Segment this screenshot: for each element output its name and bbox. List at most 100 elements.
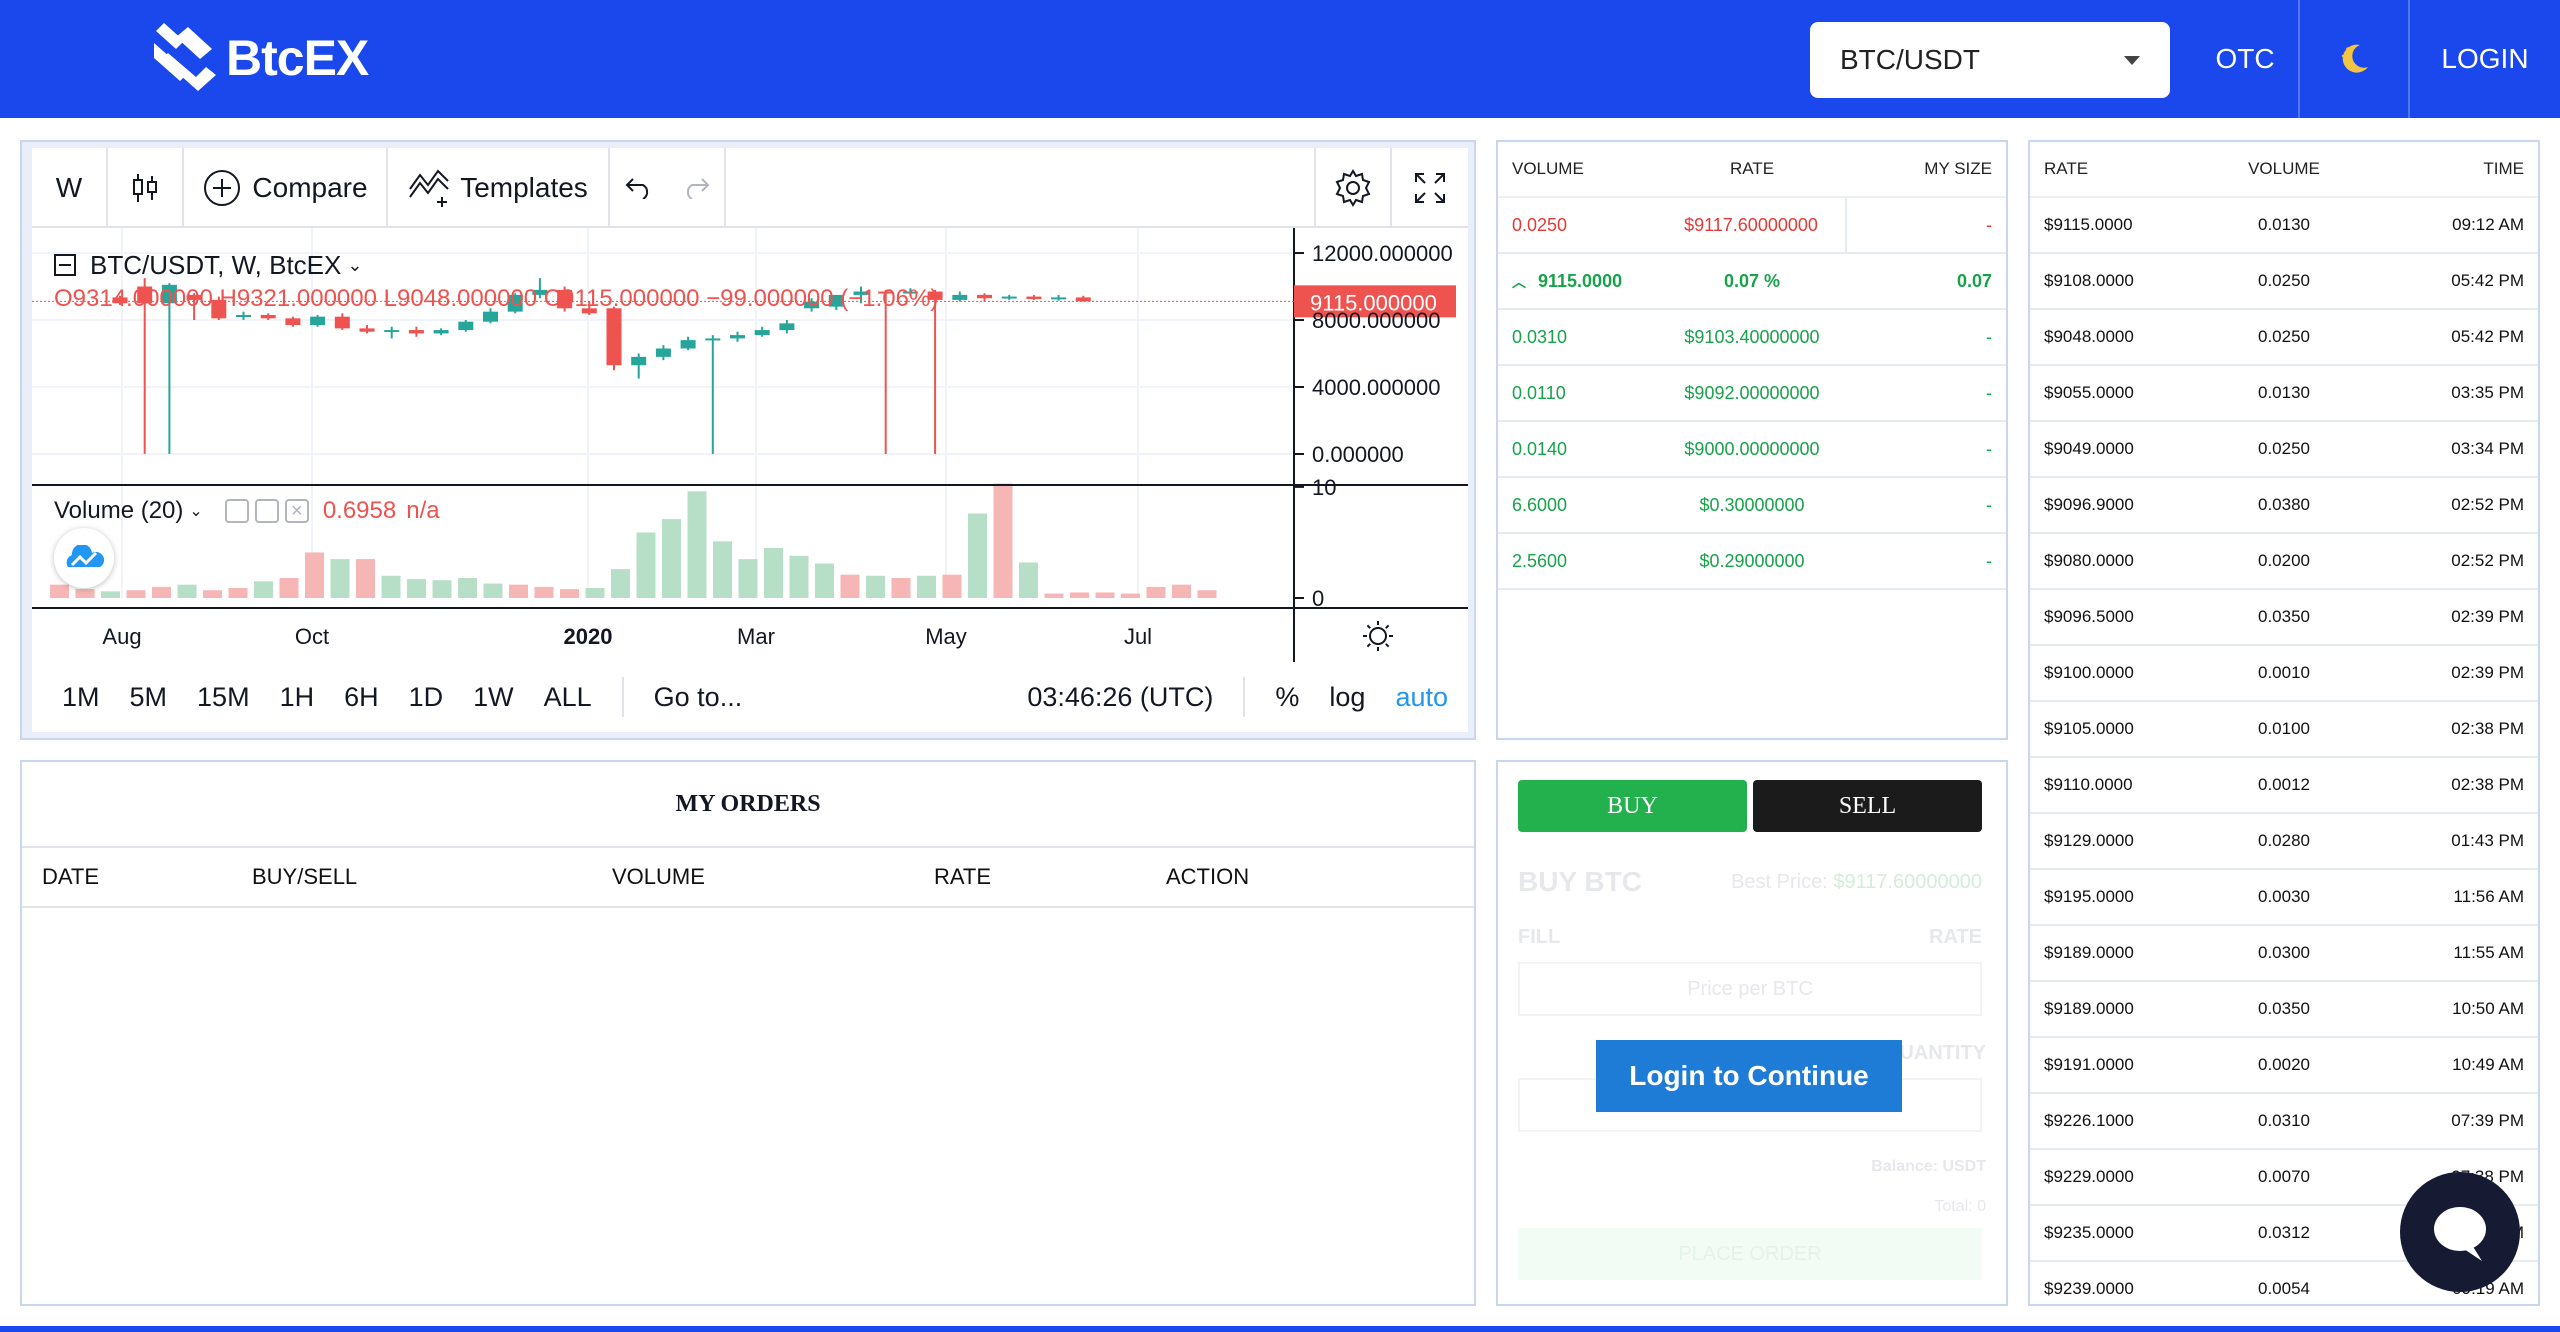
fill-rate-labels: FILL RATE [1518, 926, 1982, 949]
footer-strip [0, 1326, 2560, 1332]
bottom-divider [1243, 677, 1246, 717]
timeframe-1h[interactable]: 1H [280, 682, 315, 713]
volume-bar [534, 586, 554, 598]
trade-volume: 0.0070 [2258, 1167, 2310, 1186]
trade-volume: 0.0250 [2258, 439, 2310, 458]
volume-bar [1197, 590, 1217, 598]
timeframe-1d[interactable]: 1D [409, 682, 444, 713]
orderbook-bid-row[interactable]: 0.0140 $9000.00000000 - [1498, 422, 2006, 478]
trade-rate: $9080.0000 [2044, 551, 2134, 570]
orderbook-ask-row[interactable]: 0.0250 $9117.60000000 - [1498, 197, 2006, 254]
templates-label: Templates [460, 172, 588, 203]
timeframe-5m[interactable]: 5M [130, 682, 168, 713]
bid-mysize: - [1986, 326, 1992, 347]
close-icon[interactable]: × [284, 499, 309, 523]
volume-bar [789, 555, 809, 598]
trade-volume: 0.0012 [2258, 775, 2310, 794]
volume-bar [177, 584, 197, 598]
timeframe-1m[interactable]: 1M [62, 682, 100, 713]
place-order-button[interactable]: PLACE ORDER [1518, 1228, 1982, 1280]
trade-row: $9108.0000 0.0250 05:42 PM [2030, 254, 2538, 310]
volume-bar [381, 575, 401, 598]
pair-select[interactable]: BTC/USDT [1810, 22, 2170, 98]
trade-time: 02:38 PM [2451, 775, 2524, 794]
chevron-down-icon[interactable]: ⌄ [347, 255, 362, 276]
templates-button[interactable]: Templates [388, 148, 610, 228]
sell-tab[interactable]: SELL [1753, 780, 1982, 832]
buy-tab[interactable]: BUY [1518, 780, 1747, 832]
utc-clock[interactable]: 03:46:26 (UTC) [1027, 682, 1213, 713]
timeframe-all[interactable]: ALL [544, 682, 592, 713]
nav-otc-link[interactable]: OTC [2190, 0, 2300, 118]
log-scale-toggle[interactable]: log [1329, 682, 1365, 713]
trades-list[interactable]: $9115.0000 0.0130 09:12 AM $9108.0000 0.0250… [2030, 198, 2538, 1304]
collapse-legend-icon[interactable] [54, 254, 76, 276]
trade-rate: $9226.1000 [2044, 1111, 2134, 1130]
trade-rate: $9108.0000 [2044, 271, 2134, 290]
volume-na: n/a [406, 497, 440, 524]
volume-bar [509, 584, 528, 598]
candle-style-button[interactable] [108, 148, 184, 228]
nav-login-link[interactable]: LOGIN [2410, 0, 2560, 118]
volume-legend-label[interactable]: Volume (20) [54, 497, 183, 525]
trade-rate: $9096.9000 [2044, 495, 2134, 514]
candle-body [952, 294, 968, 300]
orderbook-bid-row[interactable]: 2.5600 $0.29000000 - [1498, 534, 2006, 590]
chat-icon [2434, 1207, 2486, 1261]
compare-button[interactable]: Compare [184, 148, 388, 228]
chevron-down-icon[interactable]: ⌄ [189, 501, 202, 521]
candle-body [680, 340, 696, 349]
trades-col-rate: RATE [2044, 159, 2089, 178]
orderbook-bid-row[interactable]: 6.6000 $0.30000000 - [1498, 478, 2006, 534]
rate-input[interactable]: Price per BTC [1518, 962, 1982, 1016]
auto-scale-toggle[interactable]: auto [1395, 682, 1448, 713]
trade-rate: $9110.0000 [2044, 775, 2133, 794]
timeframe-6h[interactable]: 6H [344, 682, 379, 713]
chart-settings-button[interactable] [1314, 148, 1392, 228]
buy-form-title: BUY BTC [1518, 866, 1642, 897]
chat-widget-button[interactable] [2400, 1172, 2520, 1292]
trade-row: $9110.0000 0.0012 02:38 PM [2030, 758, 2538, 814]
chart-symbol-title[interactable]: BTC/USDT, W, BtcEX [90, 250, 341, 281]
login-to-continue-button[interactable]: Login to Continue [1596, 1040, 1902, 1112]
candle-body [1075, 297, 1091, 302]
mid-spread: 0.07 % [1723, 270, 1781, 291]
bid-rate: $9092.00000000 [1684, 382, 1820, 403]
interval-button[interactable]: W [32, 148, 108, 228]
trades-header: RATE VOLUME TIME [2030, 142, 2538, 198]
bid-volume: 0.0140 [1512, 438, 1568, 459]
redo-button[interactable] [668, 148, 726, 228]
undo-button[interactable] [610, 148, 668, 228]
trade-row: $9080.0000 0.0200 02:52 PM [2030, 534, 2538, 590]
trade-volume: 0.0130 [2258, 215, 2310, 234]
volume-bar [50, 584, 69, 598]
trade-row: $9226.1000 0.0310 07:39 PM [2030, 1094, 2538, 1150]
timeframe-15m[interactable]: 15M [197, 682, 250, 713]
compare-label: Compare [252, 172, 368, 203]
bid-volume: 0.0310 [1512, 326, 1568, 347]
expand-icon [1415, 173, 1445, 203]
btcex-logo[interactable]: BtcEX [154, 18, 369, 98]
theme-toggle-button[interactable] [2300, 0, 2408, 118]
trade-volume: 0.0312 [2258, 1223, 2310, 1242]
goto-date-button[interactable]: Go to... [654, 682, 743, 713]
candle-body [285, 318, 301, 326]
trade-volume: 0.0010 [2258, 663, 2310, 682]
trade-rate: $9235.0000 [2044, 1223, 2134, 1242]
orderbook-bid-row[interactable]: 0.0310 $9103.40000000 - [1498, 310, 2006, 366]
percent-scale-toggle[interactable]: % [1275, 682, 1299, 713]
tradingview-logo[interactable] [54, 528, 114, 588]
settings-icon[interactable] [254, 499, 279, 523]
eye-icon[interactable] [224, 499, 249, 523]
trade-volume: 0.0280 [2258, 831, 2310, 850]
orderbook-bid-row[interactable]: 0.0110 $9092.00000000 - [1498, 366, 2006, 422]
trade-rate: $9105.0000 [2044, 719, 2134, 738]
fullscreen-button[interactable] [1392, 148, 1468, 228]
volume-legend: Volume (20) ⌄ × 0.6958 n/a [54, 494, 440, 528]
bid-rate: $9103.40000000 [1684, 326, 1820, 347]
balance-label: Balance: USDT [1871, 1158, 1986, 1175]
candle-body [1001, 296, 1017, 299]
time-tick-label: 2020 [564, 624, 613, 649]
trade-rate: $9055.0000 [2044, 383, 2134, 402]
timeframe-1w[interactable]: 1W [473, 682, 514, 713]
